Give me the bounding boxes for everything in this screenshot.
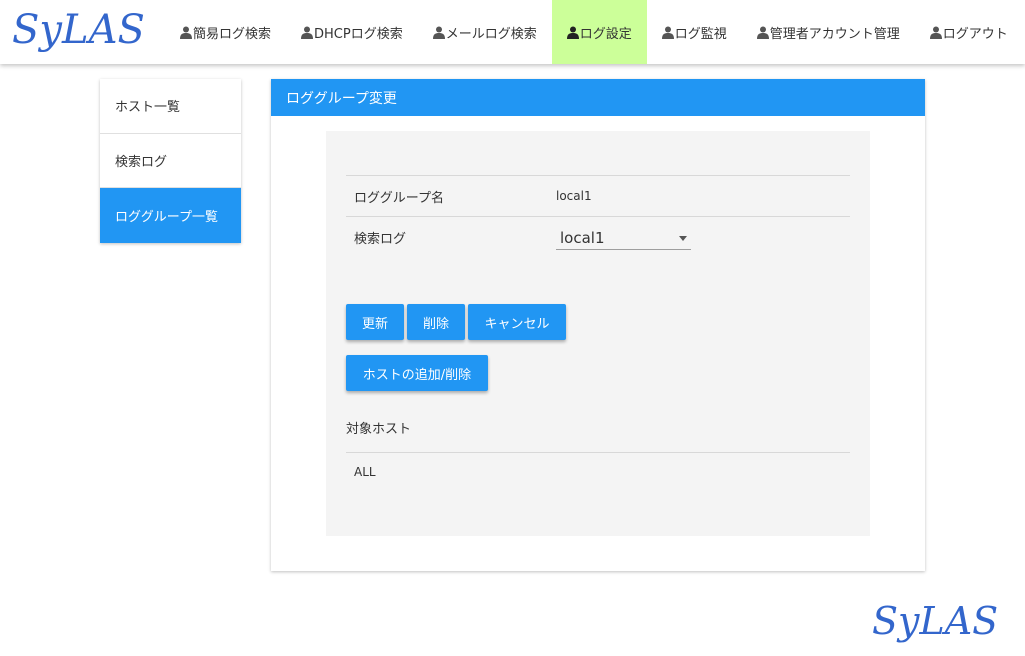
nav-item-logout[interactable]: ログアウト: [915, 0, 1023, 64]
cancel-button[interactable]: キャンセル: [468, 304, 566, 340]
form-row-group-name: ロググループ名 local1: [346, 176, 850, 217]
footer-logo: SyLAS: [872, 599, 999, 643]
user-icon: [661, 26, 674, 39]
search-log-selected-value: local1: [560, 228, 605, 247]
log-group-edit-card: ロググループ変更 ロググループ名 local1 検索ログ local1 更新 削…: [271, 79, 925, 571]
sidebar: ホスト一覧 検索ログ ロググループ一覧: [100, 79, 241, 243]
user-icon: [756, 26, 769, 39]
sidebar-item-log-group-list[interactable]: ロググループ一覧: [100, 188, 241, 243]
nav-item-label: 管理者アカウント管理: [769, 26, 900, 42]
user-icon: [929, 26, 942, 39]
nav-item-label: ログ設定: [579, 26, 632, 42]
user-icon: [566, 26, 579, 39]
nav-item-admin-accounts[interactable]: 管理者アカウント管理: [742, 0, 915, 64]
nav-item-label: 簡易ログ検索: [193, 26, 272, 42]
user-icon: [432, 26, 445, 39]
nav-item-label: ログ監視: [674, 26, 727, 42]
user-icon: [301, 26, 314, 39]
search-log-select[interactable]: local1: [556, 226, 691, 250]
search-log-label: 検索ログ: [354, 232, 407, 247]
delete-button[interactable]: 削除: [407, 304, 465, 340]
nav-item-simple-log-search[interactable]: 簡易ログ検索: [165, 0, 286, 64]
target-host-item: ALL: [354, 465, 376, 479]
nav-item-label: DHCPログ検索: [314, 26, 403, 42]
form-table: ロググループ名 local1 検索ログ local1: [346, 175, 850, 258]
nav-item-log-settings[interactable]: ログ設定: [551, 0, 647, 64]
card-title: ロググループ変更: [271, 79, 925, 116]
form-row-search-log: 検索ログ local1: [346, 217, 850, 258]
caret-down-icon: [679, 235, 687, 241]
update-button[interactable]: 更新: [346, 304, 404, 340]
nav-item-label: ログアウト: [942, 26, 1008, 42]
nav-item-log-monitoring[interactable]: ログ監視: [647, 0, 742, 64]
main-nav: 簡易ログ検索 DHCPログ検索 メールログ検索 ログ設定 ログ監視 管理者アカウ…: [165, 0, 1023, 64]
brand-logo[interactable]: SyLAS: [12, 6, 145, 54]
divider: [346, 452, 850, 453]
group-name-label: ロググループ名: [354, 190, 444, 206]
sidebar-item-search-log[interactable]: 検索ログ: [100, 134, 241, 188]
add-remove-hosts-button[interactable]: ホストの追加/削除: [346, 355, 488, 391]
nav-item-dhcp-log-search[interactable]: DHCPログ検索: [286, 0, 418, 64]
user-icon: [180, 26, 192, 39]
group-name-value: local1: [556, 189, 592, 203]
nav-item-label: メールログ検索: [445, 26, 537, 42]
form-panel: ロググループ名 local1 検索ログ local1 更新 削除 キャンセル ホ…: [326, 131, 870, 536]
top-navbar: SyLAS 簡易ログ検索 DHCPログ検索 メールログ検索 ログ設定 ログ監視 …: [0, 0, 1025, 64]
sidebar-item-host-list[interactable]: ホスト一覧: [100, 79, 241, 134]
nav-item-mail-log-search[interactable]: メールログ検索: [418, 0, 552, 64]
target-hosts-label: 対象ホスト: [346, 422, 412, 437]
